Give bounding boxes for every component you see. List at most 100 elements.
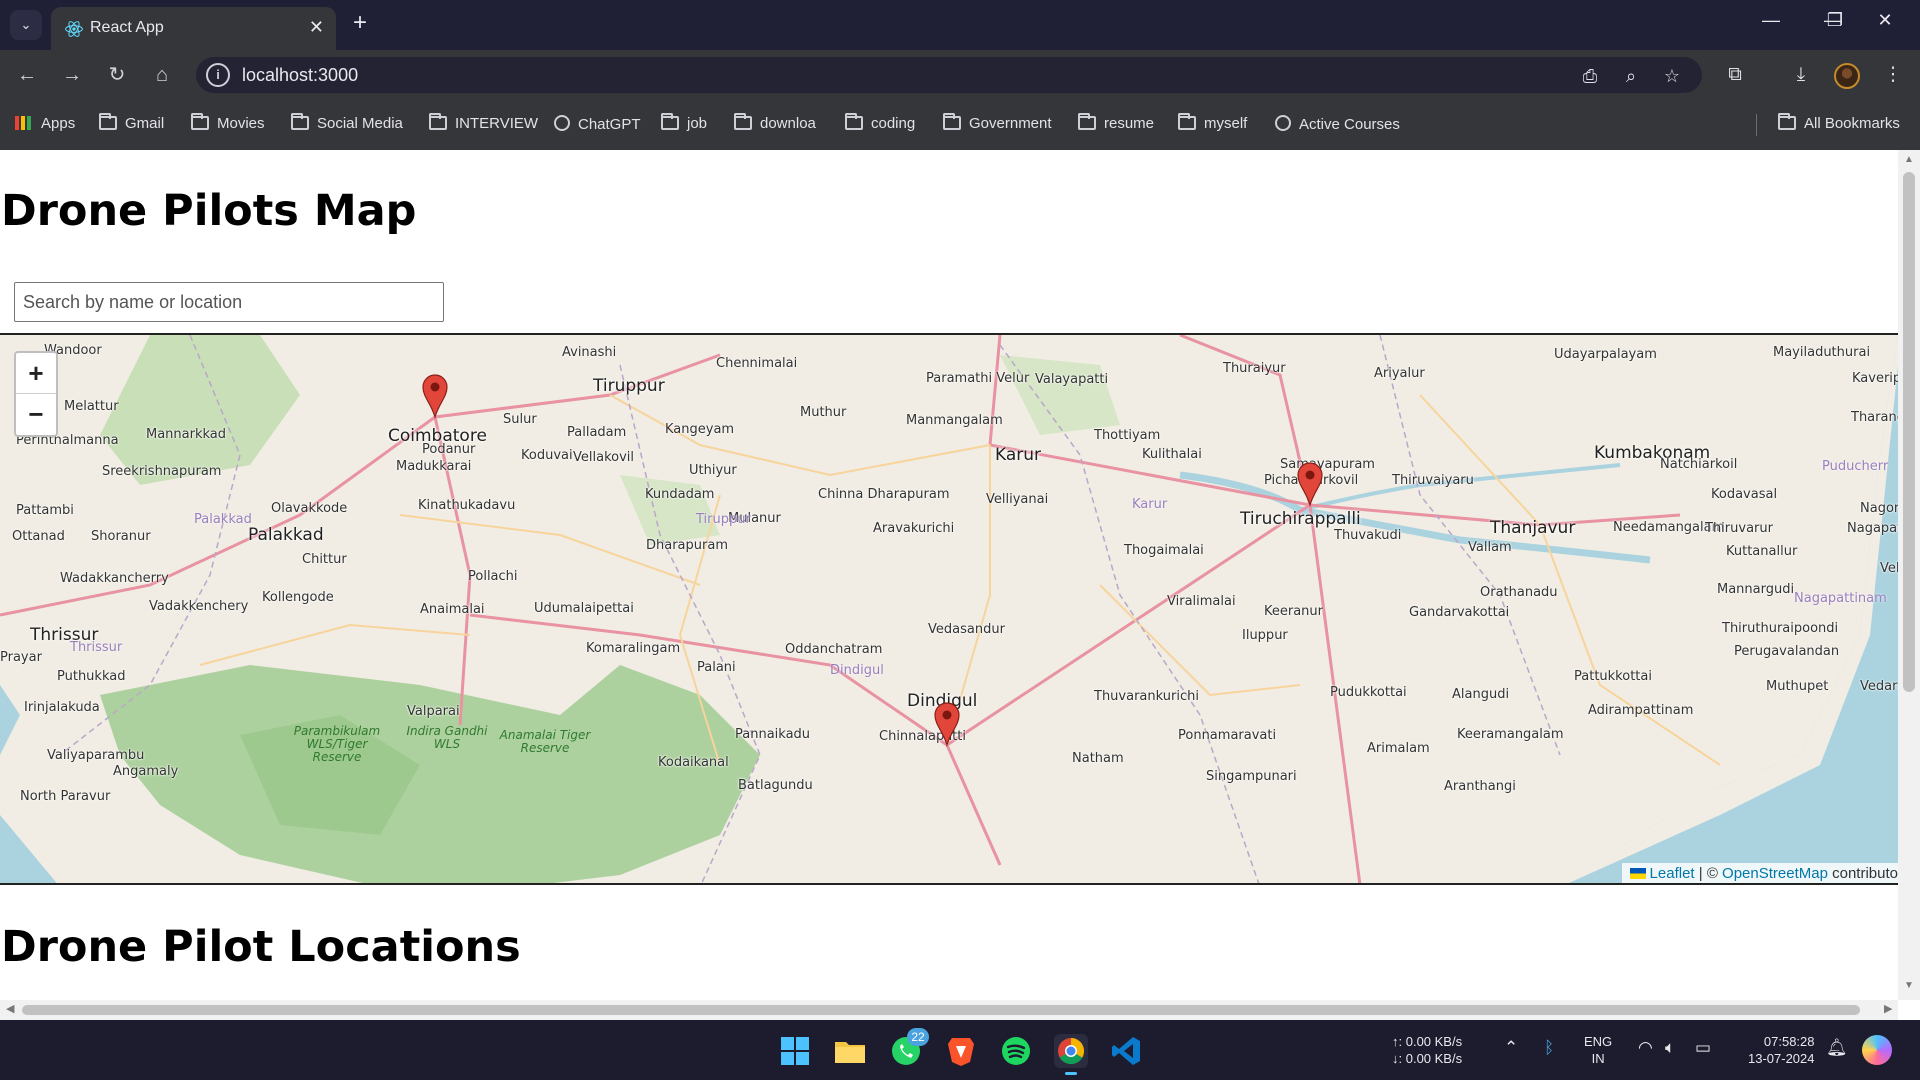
map-marker-icon[interactable]: Tiruchirappalli [1297, 462, 1323, 508]
folder-icon [734, 113, 752, 130]
bookmark-coding[interactable]: coding [845, 113, 915, 135]
bookmark-gmail[interactable]: Gmail [99, 113, 165, 135]
tab-close-icon[interactable]: ✕ [309, 17, 324, 38]
browser-titlebar: ⌄ React App ✕ + — — ❐ ✕ [0, 0, 1920, 50]
scroll-down-arrow-icon[interactable]: ▼ [1904, 980, 1914, 991]
bookmark-myself[interactable]: myself [1178, 113, 1248, 135]
bookmark-chatgpt[interactable]: ChatGPT [554, 115, 641, 135]
windows-taskbar: 22 ↑: 0.00 KB/s ↓: 0.00 KB/s ⌃ ᛒ ENG IN … [0, 1020, 1920, 1080]
wifi-icon[interactable]: ◠ [1638, 1038, 1653, 1058]
close-window-icon[interactable]: ✕ [1870, 10, 1900, 31]
install-app-icon[interactable]: ⎙ [1578, 64, 1602, 88]
leaflet-link[interactable]: Leaflet [1650, 865, 1695, 882]
search-input[interactable] [14, 282, 444, 322]
bookmark-label: job [687, 115, 708, 132]
bookmarks-divider [1756, 114, 1757, 136]
network-upload: ↑: 0.00 KB/s [1392, 1034, 1463, 1049]
bookmark-job[interactable]: job [661, 113, 708, 135]
bookmark-movies[interactable]: Movies [191, 113, 265, 135]
globe-icon [1275, 115, 1291, 131]
back-icon[interactable]: ← [14, 62, 40, 88]
bluetooth-icon[interactable]: ᛒ [1544, 1038, 1554, 1058]
map-marker-icon[interactable]: Dindigul [934, 702, 960, 748]
bookmark-active-courses[interactable]: Active Courses [1275, 115, 1400, 135]
zoom-out-button[interactable]: − [16, 394, 56, 435]
show-hidden-icons-icon[interactable]: ⌃ [1504, 1038, 1518, 1058]
network-download: ↓: 0.00 KB/s [1392, 1051, 1463, 1066]
scroll-left-arrow-icon[interactable]: ◀ [6, 1002, 14, 1015]
all-bookmarks[interactable]: All Bookmarks [1778, 113, 1900, 135]
bookmark-label: Movies [217, 115, 265, 132]
notification-badge: 22 [907, 1028, 929, 1046]
folder-icon [99, 113, 117, 130]
folder-icon [661, 113, 679, 130]
map-marker-icon[interactable]: Coimbatore [422, 374, 448, 420]
bookmark-resume[interactable]: resume [1078, 113, 1154, 135]
horizontal-scroll-thumb[interactable] [22, 1005, 1860, 1015]
brave-browser-icon[interactable] [944, 1034, 978, 1068]
folder-icon [429, 113, 447, 130]
zoom-in-button[interactable]: + [16, 353, 56, 394]
reload-icon[interactable]: ↻ [104, 62, 130, 88]
folder-icon [845, 113, 863, 130]
network-speed: ↑: 0.00 KB/s ↓: 0.00 KB/s [1392, 1033, 1462, 1067]
bookmark-government[interactable]: Government [943, 113, 1052, 135]
forward-icon[interactable]: → [59, 62, 85, 88]
restore-icon[interactable]: ❐ [1820, 10, 1850, 31]
map-container[interactable]: Tiruppur Coimbatore Karur Tiruchirappalli Th… [0, 333, 1898, 885]
home-icon[interactable]: ⌂ [149, 62, 175, 88]
copilot-icon[interactable] [1862, 1035, 1892, 1065]
battery-icon[interactable]: ▭ [1695, 1038, 1711, 1058]
zoom-icon[interactable]: ⌕ [1619, 64, 1643, 88]
site-info-icon[interactable]: i [206, 63, 230, 87]
spotify-icon[interactable] [999, 1034, 1033, 1068]
folder-icon [1778, 113, 1796, 130]
bookmark-social-media[interactable]: Social Media [291, 113, 403, 135]
clock[interactable]: 07:58:28 13-07-2024 [1748, 1033, 1815, 1067]
downloads-icon[interactable]: ⤓ [1788, 62, 1814, 88]
url-text[interactable]: localhost:3000 [242, 65, 358, 86]
chatgpt-icon [554, 115, 570, 131]
bookmark-label: downloa [760, 115, 816, 132]
bookmark-label: myself [1204, 115, 1248, 132]
horizontal-scrollbar[interactable]: ◀ ▶ [0, 1000, 1898, 1020]
bookmark-label: Gmail [125, 115, 165, 132]
bookmark-label: Government [969, 115, 1052, 132]
menu-icon[interactable]: ⋮ [1880, 62, 1906, 88]
language-indicator[interactable]: ENG IN [1584, 1033, 1612, 1067]
windows-start-icon[interactable] [778, 1034, 812, 1068]
language-code: ENG [1584, 1034, 1613, 1049]
bookmark-label: Active Courses [1299, 116, 1400, 133]
openstreetmap-link[interactable]: OpenStreetMap [1722, 865, 1828, 882]
apps-grid-icon [15, 116, 33, 130]
page-viewport: Drone Pilots Map Search by name or locat… [0, 150, 1920, 1020]
tab-search-button[interactable]: ⌄ [10, 10, 42, 40]
minimize-icon[interactable]: — [1756, 10, 1786, 31]
section-title: Drone Pilot Locations [1, 922, 521, 972]
vertical-scrollbar[interactable]: ▲ ▼ [1898, 150, 1920, 1000]
scroll-right-arrow-icon[interactable]: ▶ [1884, 1002, 1892, 1015]
scroll-up-arrow-icon[interactable]: ▲ [1904, 154, 1914, 165]
chrome-icon[interactable] [1054, 1034, 1088, 1075]
bookmark-star-icon[interactable]: ☆ [1660, 64, 1684, 88]
bookmark-label: All Bookmarks [1804, 115, 1900, 132]
new-tab-button[interactable]: + [353, 9, 367, 37]
bookmark-label: Social Media [317, 115, 403, 132]
address-bar[interactable]: i localhost:3000 ⎙ ⌕ ☆ [196, 57, 1702, 93]
bookmark-interview[interactable]: INTERVIEW [429, 113, 538, 135]
bookmark-label: ChatGPT [578, 116, 641, 133]
bookmark-downloa[interactable]: downloa [734, 113, 816, 135]
region-code: IN [1591, 1051, 1605, 1066]
volume-icon[interactable]: 🔈︎ [1665, 1038, 1675, 1058]
vscode-icon[interactable] [1109, 1034, 1143, 1068]
notification-bell-icon[interactable]: 🔔︎ [1826, 1038, 1848, 1058]
extensions-icon[interactable]: ⧉ [1722, 62, 1748, 88]
file-explorer-icon[interactable] [833, 1034, 867, 1068]
profile-avatar[interactable] [1834, 63, 1860, 89]
bookmark-apps[interactable]: Apps [15, 115, 75, 135]
vertical-scroll-thumb[interactable] [1903, 172, 1915, 692]
folder-icon [1078, 113, 1096, 130]
bookmarks-bar: Apps Gmail Movies Social Media INTERVIEW… [0, 100, 1920, 150]
whatsapp-icon[interactable]: 22 [889, 1028, 929, 1068]
browser-tab[interactable]: React App ✕ [51, 7, 336, 50]
